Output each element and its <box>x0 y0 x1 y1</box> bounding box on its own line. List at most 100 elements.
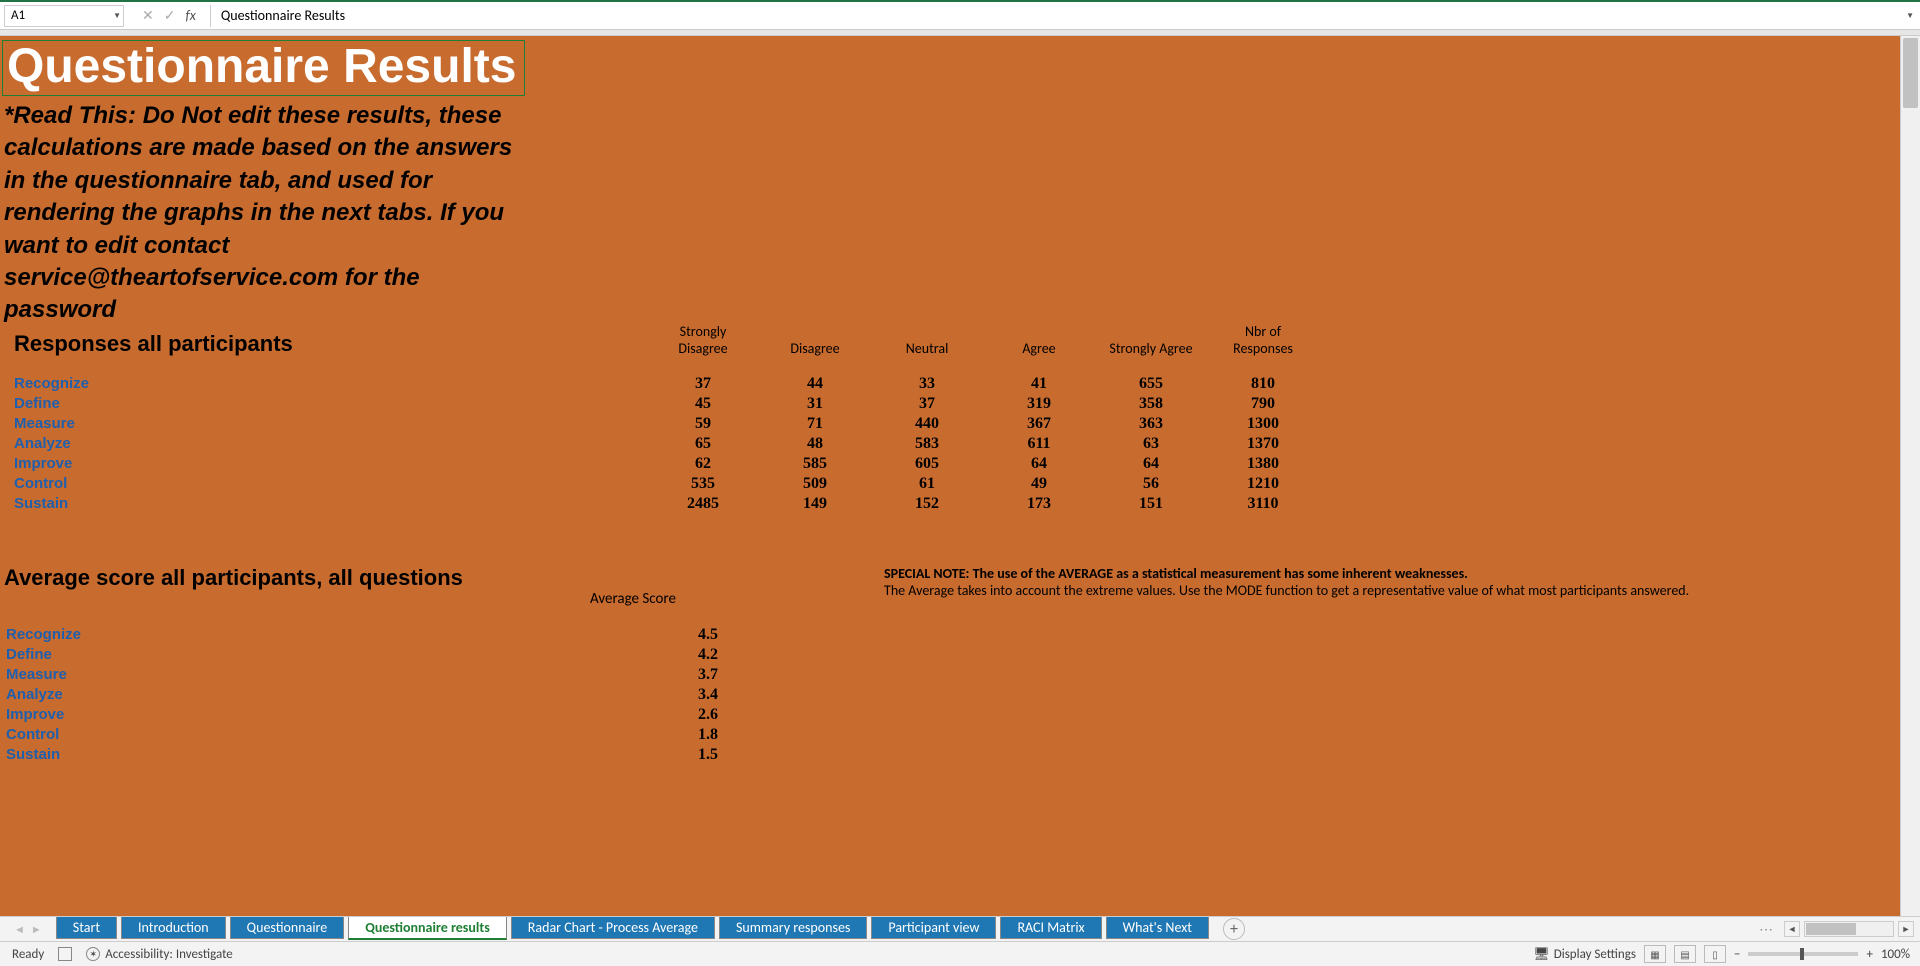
view-page-break-icon[interactable]: ▯ <box>1704 945 1726 963</box>
value-cell[interactable]: 63 <box>1096 435 1206 453</box>
category-cell[interactable]: Define <box>6 395 646 413</box>
zoom-level[interactable]: 100% <box>1881 947 1910 962</box>
value-cell[interactable]: 64 <box>984 455 1094 473</box>
sheet-tab[interactable]: Questionnaire <box>230 917 345 939</box>
category-cell[interactable]: Improve <box>6 706 666 724</box>
value-cell[interactable]: 535 <box>648 475 758 493</box>
display-settings-button[interactable]: 🖥 Display Settings <box>1533 947 1636 962</box>
tab-nav-arrows[interactable]: ◄ ► <box>0 923 56 936</box>
value-cell[interactable]: 62 <box>648 455 758 473</box>
value-cell[interactable]: 363 <box>1096 415 1206 433</box>
tab-nav-prev-icon[interactable]: ◄ <box>14 923 25 936</box>
sheet-tab[interactable]: Start <box>56 917 117 939</box>
hscroll-right-icon[interactable]: ► <box>1898 921 1914 937</box>
category-cell[interactable]: Control <box>6 726 666 744</box>
sheet-tab[interactable]: Participant view <box>871 917 996 939</box>
value-cell[interactable]: 1370 <box>1208 435 1318 453</box>
value-cell[interactable]: 583 <box>872 435 982 453</box>
value-cell[interactable]: 1300 <box>1208 415 1318 433</box>
value-cell[interactable]: 3.7 <box>668 666 748 684</box>
add-sheet-button[interactable]: + <box>1223 918 1245 940</box>
category-cell[interactable]: Sustain <box>6 495 646 513</box>
value-cell[interactable]: 151 <box>1096 495 1206 513</box>
value-cell[interactable]: 64 <box>1096 455 1206 473</box>
value-cell[interactable]: 2485 <box>648 495 758 513</box>
zoom-in-icon[interactable]: + <box>1866 947 1872 962</box>
category-cell[interactable]: Measure <box>6 666 666 684</box>
value-cell[interactable]: 3.4 <box>668 686 748 704</box>
accept-formula-icon[interactable]: ✓ <box>164 7 176 24</box>
category-cell[interactable]: Define <box>6 646 666 664</box>
category-cell[interactable]: Improve <box>6 455 646 473</box>
value-cell[interactable]: 3110 <box>1208 495 1318 513</box>
formula-input[interactable]: Questionnaire Results ▼ <box>210 5 1920 27</box>
sheet-tab[interactable]: Questionnaire results <box>348 917 507 940</box>
sheet-tab[interactable]: Radar Chart - Process Average <box>511 917 715 939</box>
value-cell[interactable]: 37 <box>648 375 758 393</box>
value-cell[interactable]: 44 <box>760 375 870 393</box>
value-cell[interactable]: 1380 <box>1208 455 1318 473</box>
value-cell[interactable]: 1210 <box>1208 475 1318 493</box>
value-cell[interactable]: 611 <box>984 435 1094 453</box>
tab-nav-next-icon[interactable]: ► <box>31 923 42 936</box>
sheet-tab[interactable]: Introduction <box>121 917 226 939</box>
value-cell[interactable]: 149 <box>760 495 870 513</box>
value-cell[interactable]: 2.6 <box>668 706 748 724</box>
value-cell[interactable]: 45 <box>648 395 758 413</box>
category-cell[interactable]: Measure <box>6 415 646 433</box>
accessibility-icon[interactable]: ✶ <box>86 947 100 961</box>
value-cell[interactable]: 173 <box>984 495 1094 513</box>
value-cell[interactable]: 31 <box>760 395 870 413</box>
value-cell[interactable]: 358 <box>1096 395 1206 413</box>
value-cell[interactable]: 367 <box>984 415 1094 433</box>
category-cell[interactable]: Sustain <box>6 746 666 764</box>
value-cell[interactable]: 790 <box>1208 395 1318 413</box>
value-cell[interactable]: 61 <box>872 475 982 493</box>
view-normal-icon[interactable]: ▦ <box>1644 945 1666 963</box>
value-cell[interactable]: 1.8 <box>668 726 748 744</box>
sheet-tab[interactable]: Summary responses <box>719 917 867 939</box>
tab-overflow-icon[interactable]: ⋯ <box>1753 921 1780 938</box>
value-cell[interactable]: 4.2 <box>668 646 748 664</box>
name-box[interactable]: A1 ▼ <box>4 5 124 27</box>
value-cell[interactable]: 509 <box>760 475 870 493</box>
value-cell[interactable]: 37 <box>872 395 982 413</box>
category-cell[interactable]: Recognize <box>6 375 646 393</box>
category-cell[interactable]: Control <box>6 475 646 493</box>
value-cell[interactable]: 319 <box>984 395 1094 413</box>
value-cell[interactable]: 71 <box>760 415 870 433</box>
sheet-tab[interactable]: What's Next <box>1106 917 1209 939</box>
value-cell[interactable]: 152 <box>872 495 982 513</box>
value-cell[interactable]: 605 <box>872 455 982 473</box>
value-cell[interactable]: 1.5 <box>668 746 748 764</box>
accessibility-label[interactable]: Accessibility: Investigate <box>105 947 233 962</box>
horizontal-scrollbar[interactable] <box>1804 921 1894 937</box>
chevron-down-icon[interactable]: ▼ <box>113 11 121 21</box>
category-cell[interactable]: Analyze <box>6 435 646 453</box>
cancel-formula-icon[interactable]: ✕ <box>142 7 154 24</box>
value-cell[interactable]: 655 <box>1096 375 1206 393</box>
fx-icon[interactable]: fx <box>185 7 195 24</box>
zoom-thumb[interactable] <box>1800 948 1804 960</box>
zoom-slider[interactable] <box>1748 952 1858 956</box>
scrollbar-thumb[interactable] <box>1903 38 1918 108</box>
macro-record-icon[interactable] <box>58 947 72 961</box>
category-cell[interactable]: Analyze <box>6 686 666 704</box>
value-cell[interactable]: 65 <box>648 435 758 453</box>
vertical-scrollbar[interactable] <box>1900 36 1920 916</box>
value-cell[interactable]: 440 <box>872 415 982 433</box>
value-cell[interactable]: 48 <box>760 435 870 453</box>
value-cell[interactable]: 4.5 <box>668 626 748 644</box>
value-cell[interactable]: 59 <box>648 415 758 433</box>
category-cell[interactable]: Recognize <box>6 626 666 644</box>
expand-formula-icon[interactable]: ▼ <box>1906 11 1914 21</box>
worksheet[interactable]: Questionnaire Results *Read This: Do Not… <box>0 36 1900 916</box>
value-cell[interactable]: 810 <box>1208 375 1318 393</box>
hscroll-left-icon[interactable]: ◄ <box>1784 921 1800 937</box>
view-page-layout-icon[interactable]: ▤ <box>1674 945 1696 963</box>
value-cell[interactable]: 585 <box>760 455 870 473</box>
hscroll-thumb[interactable] <box>1806 923 1856 935</box>
value-cell[interactable]: 56 <box>1096 475 1206 493</box>
value-cell[interactable]: 41 <box>984 375 1094 393</box>
value-cell[interactable]: 49 <box>984 475 1094 493</box>
